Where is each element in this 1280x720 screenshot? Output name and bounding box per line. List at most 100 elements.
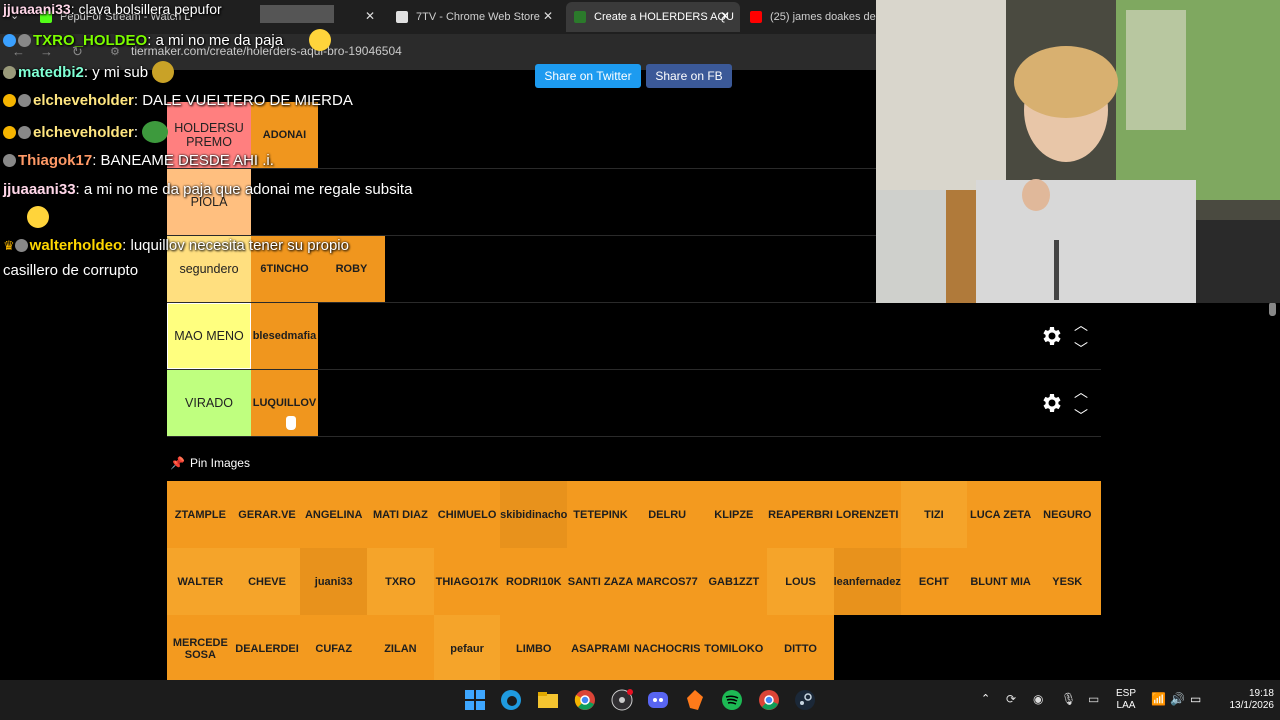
pool-item[interactable]: CHEVE (233, 548, 301, 615)
move-down-icon[interactable]: ﹀ (1074, 406, 1088, 426)
file-explorer-icon[interactable] (537, 689, 559, 711)
mouse-cursor-icon (286, 416, 296, 430)
pool-item[interactable]: KLIPZE (700, 481, 768, 548)
pool-item[interactable]: NACHOCRIS (633, 615, 701, 682)
pool-item[interactable]: GAB1ZZT (700, 548, 768, 615)
sync-icon[interactable]: ⟳ (1006, 692, 1016, 706)
steam-icon[interactable] (794, 689, 816, 711)
keyboard-layout: LAA (1116, 700, 1136, 711)
move-up-icon[interactable]: ︿ (1074, 382, 1088, 402)
move-down-icon[interactable]: ﹀ (1074, 339, 1088, 359)
obs-icon[interactable] (611, 689, 633, 711)
pool-item[interactable]: MERCEDE SOSA (167, 615, 234, 682)
pool-item[interactable]: ZILAN (367, 615, 434, 682)
crown-badge-icon: ♛ (3, 238, 15, 253)
volume-icon[interactable]: 🔊 (1170, 692, 1185, 706)
pool-item[interactable]: pefaur (433, 615, 501, 682)
chat-username: Thiagok17 (18, 152, 93, 169)
pool-item[interactable]: DEALERDEI (233, 615, 301, 682)
pool-item[interactable]: DITTO (767, 615, 834, 682)
chat-username: walterholdeo (29, 237, 123, 254)
tier-item[interactable]: blesedmafia (251, 303, 318, 369)
tab-7tv[interactable]: 7TV - Chrome Web Store (396, 5, 556, 29)
edge-icon[interactable] (500, 689, 522, 711)
tier-label[interactable]: MAO MENO (167, 303, 251, 369)
chat-message-continued: casillero de corrupto (3, 262, 138, 280)
sub-badge-icon (3, 154, 16, 167)
tab-youtube[interactable]: (25) james doakes dexte (750, 5, 876, 29)
clock[interactable]: 19:18 13/1/2026 (1216, 688, 1275, 712)
pool-item[interactable]: juani33 (300, 548, 368, 615)
tab-close-icon[interactable]: ✕ (365, 9, 375, 23)
sub-badge-icon (18, 34, 31, 47)
window-icon[interactable]: ▭ (1088, 692, 1099, 706)
pool-item[interactable]: YESK (1033, 548, 1101, 615)
pool-item[interactable]: LIMBO (500, 615, 568, 682)
pool-item[interactable]: ANGELINA (300, 481, 368, 548)
pool-item[interactable]: leanfernadez (833, 548, 901, 615)
pool-item[interactable]: TIZI (900, 481, 968, 548)
pool-item[interactable]: TETEPINK (567, 481, 634, 548)
chat-text: casillero de corrupto (3, 262, 139, 279)
chat-text: : luquillov necesita tener su propio (122, 237, 349, 254)
pool-item[interactable]: ZTAMPLE (167, 481, 234, 548)
webcam-image (876, 0, 1280, 303)
pool-item[interactable]: THIAGO17K (433, 548, 501, 615)
pool-item[interactable]: LUCA ZETA (967, 481, 1034, 548)
microphone-icon[interactable]: 🎙 (1061, 692, 1076, 706)
pool-item[interactable]: WALTER (167, 548, 234, 615)
pool-item[interactable]: MARCOS77 (633, 548, 701, 615)
chat-message: TXRO_HOLDEO: a mi no me da paja (3, 29, 332, 51)
page-scrollbar[interactable]: ▼ (1269, 302, 1276, 720)
pool-item[interactable]: NEGURO (1033, 481, 1101, 548)
7tv-icon (396, 11, 408, 23)
battery-icon[interactable]: ▭ (1190, 692, 1201, 706)
pool-item[interactable]: LOUS (767, 548, 834, 615)
pool-item[interactable]: TOMILOKO (700, 615, 768, 682)
youtube-icon (750, 11, 762, 23)
tab-close-icon[interactable]: ✕ (543, 9, 553, 23)
pool-item[interactable]: ECHT (900, 548, 968, 615)
windows-start-icon[interactable] (464, 689, 486, 711)
share-fb-button[interactable]: Share on FB (646, 64, 732, 88)
chat-text: : clava bolsillera pepufor (70, 1, 222, 17)
gear-icon[interactable] (1039, 324, 1063, 348)
pool-item[interactable]: GERAR.VE (233, 481, 301, 548)
pool-item[interactable]: RODRI10K (500, 548, 568, 615)
pool-item[interactable]: REAPERBRI (767, 481, 834, 548)
spotify-icon[interactable] (721, 689, 743, 711)
chrome-icon[interactable] (574, 689, 596, 711)
scrollbar-thumb[interactable] (1269, 302, 1276, 316)
tier-item[interactable]: LUQUILLOV (251, 370, 318, 436)
pool-item[interactable]: CUFAZ (300, 615, 368, 682)
pool-item[interactable]: MATI DIAZ (367, 481, 434, 548)
tray-overflow-icon[interactable]: ⌃ (981, 692, 990, 705)
tier-items: LUQUILLOV (251, 370, 1101, 436)
tier-label[interactable]: VIRADO (167, 370, 251, 436)
pool-row: WALTER CHEVE juani33 TXRO THIAGO17K RODR… (167, 548, 1101, 615)
pool-item[interactable]: skibidinacho (500, 481, 568, 548)
chat-text: : BANEAME DESDE AHI .i. (92, 152, 274, 169)
share-twitter-button[interactable]: Share on Twitter (535, 64, 641, 88)
pool-item[interactable]: TXRO (367, 548, 434, 615)
move-up-icon[interactable]: ︿ (1074, 315, 1088, 335)
pool-item[interactable]: DELRU (633, 481, 701, 548)
tiermaker-icon (574, 11, 586, 23)
pool-item[interactable]: CHIMUELO (433, 481, 501, 548)
pool-item[interactable]: LORENZETI (833, 481, 901, 548)
security-icon[interactable]: ◉ (1033, 692, 1043, 706)
pool-item[interactable]: ASAPRAMI (567, 615, 634, 682)
language-indicator[interactable]: ESP LAA (1114, 688, 1138, 712)
tab-tiermaker[interactable]: Create a HOLERDERS AQU (566, 2, 740, 32)
pool-item[interactable]: BLUNT MIA (967, 548, 1034, 615)
wifi-icon[interactable]: 📶 (1151, 692, 1166, 706)
discord-icon[interactable] (647, 689, 669, 711)
chat-text: : a mi no me da paja que adonai me regal… (75, 181, 413, 198)
chrome-icon[interactable] (758, 689, 780, 711)
tab-close-icon[interactable]: ✕ (720, 9, 730, 23)
tier-label[interactable]: PIOLA (167, 169, 251, 235)
gear-icon[interactable] (1039, 391, 1063, 415)
pool-item[interactable]: SANTI ZAZA (567, 548, 634, 615)
fl-studio-icon[interactable] (684, 689, 706, 711)
emote-icon (309, 29, 332, 51)
